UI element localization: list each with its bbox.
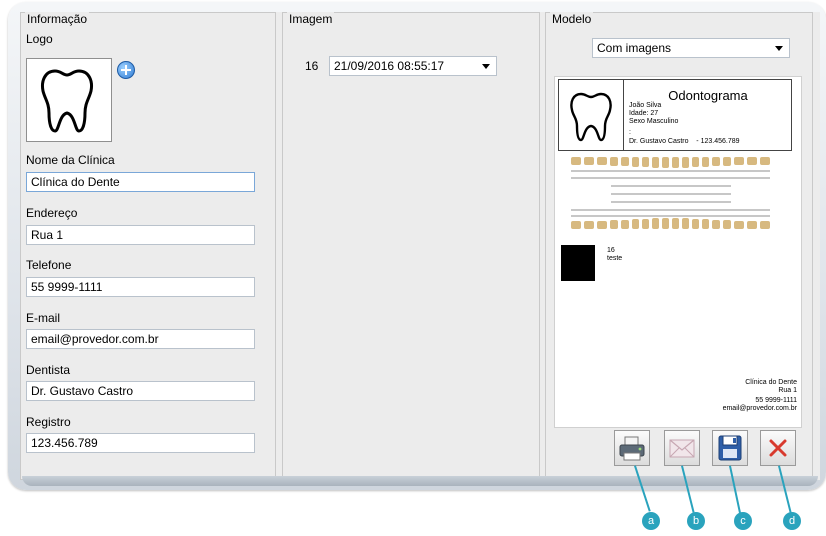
preview-footer-phone: 55 9999-1111 [755, 397, 797, 404]
preview-patient-sex: Sexo Masculino [629, 118, 679, 125]
preview-footer-email: email@provedor.com.br [722, 405, 797, 412]
dentist-field[interactable]: Dr. Gustavo Castro [26, 381, 255, 401]
preview-footer-address: Rua 1 [778, 387, 797, 394]
clinic-label: Nome da Clínica [26, 153, 115, 167]
entry-image-thumbnail [561, 245, 595, 281]
info-panel-title: Informação [25, 12, 90, 26]
lower-teeth-row [571, 218, 770, 229]
preview-colon: : [629, 129, 631, 136]
preview-dentist-line: Dr. Gustavo Castro - 123.456.789 [629, 138, 740, 145]
image-date-value: 21/09/2016 08:55:17 [334, 59, 445, 73]
image-panel: Imagem 16 21/09/2016 08:55:17 [282, 12, 540, 480]
callout-a: a [642, 512, 660, 530]
registry-field[interactable]: 123.456.789 [26, 433, 255, 453]
clinic-name-field[interactable]: Clínica do Dente [26, 172, 255, 192]
add-logo-button[interactable] [117, 61, 135, 79]
model-selected-value: Com imagens [597, 41, 672, 55]
image-number: 16 [305, 59, 319, 73]
callout-b: b [687, 512, 705, 530]
address-label: Endereço [26, 206, 78, 220]
preview-header: Odontograma João Silva Idade: 27 Sexo Ma… [558, 79, 792, 151]
email-button[interactable] [664, 430, 700, 466]
cancel-button[interactable] [760, 430, 796, 466]
image-date-select[interactable]: 21/09/2016 08:55:17 [329, 56, 497, 76]
chevron-down-icon [482, 64, 490, 69]
address-field[interactable]: Rua 1 [26, 225, 255, 245]
email-label: E-mail [26, 311, 61, 325]
window-content: Informação Logo Nome da Clínica Clínica … [20, 12, 820, 480]
image-panel-title: Imagem [287, 12, 335, 26]
info-panel: Informação Logo Nome da Clínica Clínica … [20, 12, 276, 480]
preview-patient-name: João Silva [629, 102, 662, 109]
model-panel-title: Modelo [550, 12, 594, 26]
upper-teeth-row [571, 157, 770, 168]
model-panel: Modelo Com imagens Odontograma João Silv… [545, 12, 813, 480]
print-button[interactable] [614, 430, 650, 466]
preview-patient-age: Idade: 27 [629, 110, 659, 117]
save-button[interactable] [712, 430, 748, 466]
callout-d: d [783, 512, 801, 530]
model-select[interactable]: Com imagens [592, 38, 790, 58]
preview-heading: Odontograma [668, 88, 748, 103]
phone-field[interactable]: 55 9999-1111 [26, 277, 255, 297]
envelope-icon [669, 439, 695, 458]
preview-footer-clinic: Clínica do Dente [745, 379, 797, 386]
preview-entry-text: teste [607, 255, 623, 262]
report-preview: Odontograma João Silva Idade: 27 Sexo Ma… [554, 76, 802, 428]
logo-image[interactable] [26, 58, 112, 142]
odontogram-chart [571, 157, 770, 229]
preview-logo [559, 80, 624, 150]
window-frame: Informação Logo Nome da Clínica Clínica … [8, 2, 826, 490]
tooth-icon [570, 92, 612, 142]
callout-c: c [734, 512, 752, 530]
printer-icon [619, 436, 645, 461]
phone-label: Telefone [26, 258, 72, 272]
teeth-number-rows [571, 170, 770, 217]
close-icon [769, 439, 787, 457]
floppy-disk-icon [718, 435, 742, 461]
preview-entry-number: 16 [607, 247, 615, 254]
dentist-label: Dentista [26, 363, 71, 377]
email-field[interactable]: email@provedor.com.br [26, 329, 255, 349]
window-bottom-strip [22, 476, 818, 486]
chevron-down-icon [775, 46, 783, 51]
tooth-icon [41, 69, 93, 133]
logo-label: Logo [26, 32, 53, 46]
registry-label: Registro [26, 415, 71, 429]
